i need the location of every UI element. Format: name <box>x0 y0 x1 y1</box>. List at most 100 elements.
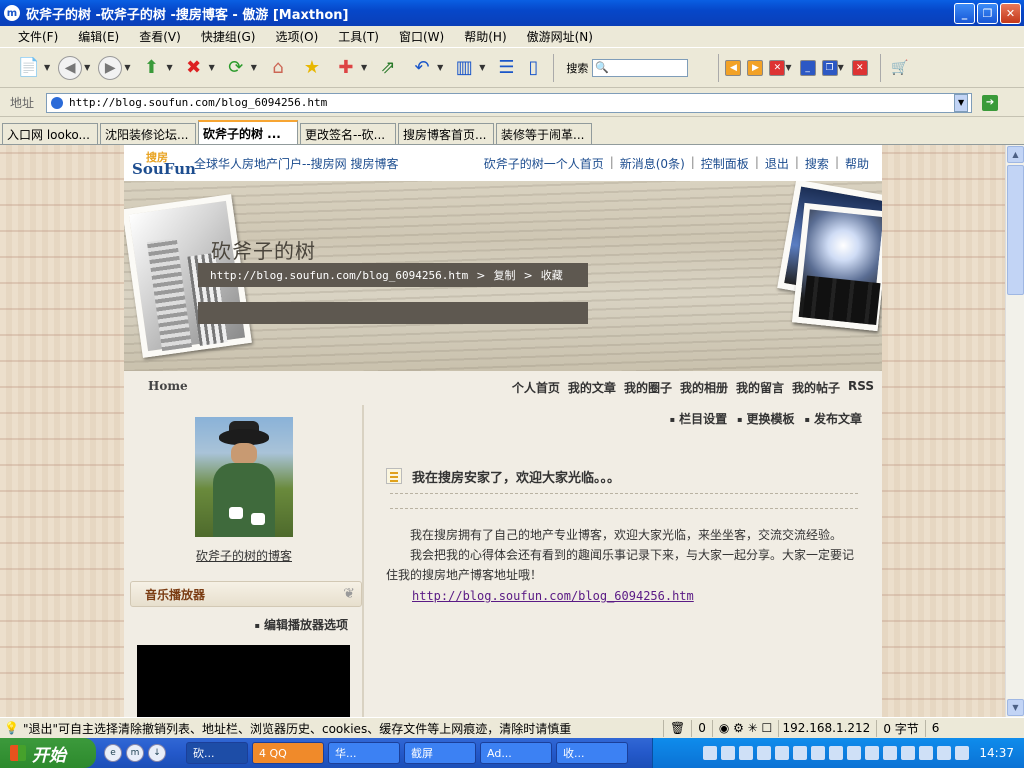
menu-groups[interactable]: 快捷组(G) <box>201 28 256 45</box>
trash-icon[interactable]: 🗑 <box>662 719 691 737</box>
refresh-icon[interactable]: ⟳ <box>223 55 249 81</box>
maxthon-app-icon[interactable]: m <box>4 5 20 21</box>
clock[interactable]: 14:37 <box>979 746 1014 760</box>
task-ad[interactable]: Ad... <box>480 742 552 764</box>
post-link[interactable]: http://blog.soufun.com/blog_6094256.htm <box>412 585 862 607</box>
tray-icon[interactable] <box>919 746 934 760</box>
close-all-icon[interactable]: ✕ <box>851 59 868 76</box>
link-help[interactable]: 帮助 <box>842 155 872 172</box>
undo-icon[interactable]: ↶ <box>409 55 435 81</box>
up-icon[interactable]: ⬆ <box>138 55 164 81</box>
link-control-panel[interactable]: 控制面板 <box>698 155 752 172</box>
minimize-button[interactable]: _ <box>954 3 975 24</box>
status-icons[interactable]: ◉ ⚙ ✳ ☐ <box>711 719 778 737</box>
chevron-down-icon[interactable]: ▼ <box>124 63 130 72</box>
prev-tab-icon[interactable]: ◀ <box>725 59 742 76</box>
tray-icon[interactable] <box>811 746 826 760</box>
column-settings-link[interactable]: 栏目设置 <box>670 410 727 427</box>
tab-change-signature[interactable]: 更改签名--砍... <box>300 123 396 144</box>
menu-window[interactable]: 窗口(W) <box>399 28 444 45</box>
menu-help[interactable]: 帮助(H) <box>464 28 506 45</box>
task-qq[interactable]: 4 QQ <box>252 742 324 764</box>
chevron-down-icon[interactable]: ▼ <box>209 63 215 72</box>
tray-icon[interactable] <box>775 746 790 760</box>
stop-icon[interactable]: ✖ <box>181 55 207 81</box>
vertical-scrollbar[interactable]: ▲ ▼ <box>1005 145 1024 717</box>
site-tagline[interactable]: 全球华人房地产门户--搜房网 搜房博客 <box>194 155 398 172</box>
start-button[interactable]: 开始 <box>0 738 96 768</box>
nav-my-posts[interactable]: 我的帖子 <box>792 379 840 396</box>
music-player-box[interactable] <box>137 645 350 717</box>
link-logout[interactable]: 退出 <box>762 155 792 172</box>
shopping-cart-icon[interactable]: 🛒 <box>887 55 913 81</box>
tray-icon[interactable] <box>865 746 880 760</box>
nav-home[interactable]: Home <box>148 379 188 393</box>
menu-maxthon-sites[interactable]: 傲游网址(N) <box>527 28 593 45</box>
scroll-up-icon[interactable]: ▲ <box>1007 146 1024 163</box>
nav-my-circles[interactable]: 我的圈子 <box>624 379 672 396</box>
tray-icon[interactable] <box>703 746 718 760</box>
quick-launch-icon[interactable]: e <box>104 744 122 762</box>
avatar-caption[interactable]: 砍斧子的树的博客 <box>124 547 364 564</box>
list-icon[interactable]: ☰ <box>493 55 519 81</box>
tray-icon[interactable] <box>757 746 772 760</box>
tray-icon[interactable] <box>955 746 970 760</box>
favorites-star-icon[interactable]: ★ <box>299 55 325 81</box>
task-hua[interactable]: 华... <box>328 742 400 764</box>
go-icon[interactable]: ➔ <box>982 94 999 111</box>
chevron-down-icon[interactable]: ▼ <box>84 63 90 72</box>
home-icon[interactable]: ⌂ <box>265 55 291 81</box>
tray-icon[interactable] <box>793 746 808 760</box>
new-page-icon[interactable]: 📄 <box>16 55 42 81</box>
chevron-down-icon[interactable]: ▼ <box>479 63 485 72</box>
nav-my-messages[interactable]: 我的留言 <box>736 379 784 396</box>
soufun-logo[interactable]: 搜房 SouFun <box>132 148 196 178</box>
chevron-down-icon[interactable]: ▼ <box>785 63 791 72</box>
search-input[interactable]: 🔍 <box>592 58 689 77</box>
link-search[interactable]: 搜索 <box>802 155 832 172</box>
menu-view[interactable]: 查看(V) <box>139 28 181 45</box>
menu-file[interactable]: 文件(F) <box>18 28 58 45</box>
restore-button[interactable]: ❐ <box>977 3 998 24</box>
scroll-thumb[interactable] <box>1007 165 1024 295</box>
chevron-down-icon[interactable]: ▼ <box>251 63 257 72</box>
tab-looko[interactable]: 入口网 looko... <box>2 123 98 144</box>
quick-launch-icon[interactable]: m <box>126 744 144 762</box>
chevron-down-icon[interactable]: ▼ <box>838 63 844 72</box>
edit-player-options-link[interactable]: 编辑播放器选项 <box>255 616 348 633</box>
tray-icon[interactable] <box>847 746 862 760</box>
nav-my-albums[interactable]: 我的相册 <box>680 379 728 396</box>
menu-options[interactable]: 选项(O) <box>275 28 318 45</box>
tab-renovation[interactable]: 装修等于闹革... <box>496 123 592 144</box>
chevron-down-icon[interactable]: ▼ <box>437 63 443 72</box>
tab-active-blog[interactable]: 砍斧子的树 ... <box>198 120 298 144</box>
address-input[interactable]: http://blog.soufun.com/blog_6094256.htm <box>46 92 973 113</box>
chevron-down-icon[interactable]: ▼ <box>166 63 172 72</box>
feed-icon[interactable]: ⇗ <box>375 55 401 81</box>
copy-link[interactable]: 复制 <box>494 267 516 283</box>
chevron-down-icon[interactable]: ▼ <box>44 63 50 72</box>
tray-icon[interactable] <box>937 746 952 760</box>
close-window-button[interactable]: ✕ <box>1000 3 1021 24</box>
tab-soufun-blog-home[interactable]: 搜房博客首页... <box>398 123 494 144</box>
task-screenshot[interactable]: 截屏 <box>404 742 476 764</box>
change-template-link[interactable]: 更换模板 <box>737 410 795 427</box>
nav-my-articles[interactable]: 我的文章 <box>568 379 616 396</box>
tray-icon[interactable] <box>901 746 916 760</box>
columns-icon[interactable]: ▥ <box>451 55 477 81</box>
nav-personal-home[interactable]: 个人首页 <box>512 379 560 396</box>
back-icon[interactable]: ◀ <box>58 55 83 80</box>
tray-icon[interactable] <box>721 746 736 760</box>
task-collect[interactable]: 收... <box>556 742 628 764</box>
forward-icon[interactable]: ▶ <box>98 55 123 80</box>
post-title[interactable]: 我在搜房安家了，欢迎大家光临。。。 <box>412 467 620 486</box>
publish-article-link[interactable]: 发布文章 <box>805 410 862 427</box>
tray-icon[interactable] <box>829 746 844 760</box>
scroll-down-icon[interactable]: ▼ <box>1007 699 1024 716</box>
link-new-messages[interactable]: 新消息(0条) <box>617 155 688 172</box>
favorite-link[interactable]: 收藏 <box>541 267 563 283</box>
tab-shenyang-forum[interactable]: 沈阳装修论坛... <box>100 123 196 144</box>
nav-rss[interactable]: RSS <box>848 379 874 396</box>
groups-icon[interactable]: ✚ <box>333 55 359 81</box>
avatar[interactable] <box>195 417 293 537</box>
